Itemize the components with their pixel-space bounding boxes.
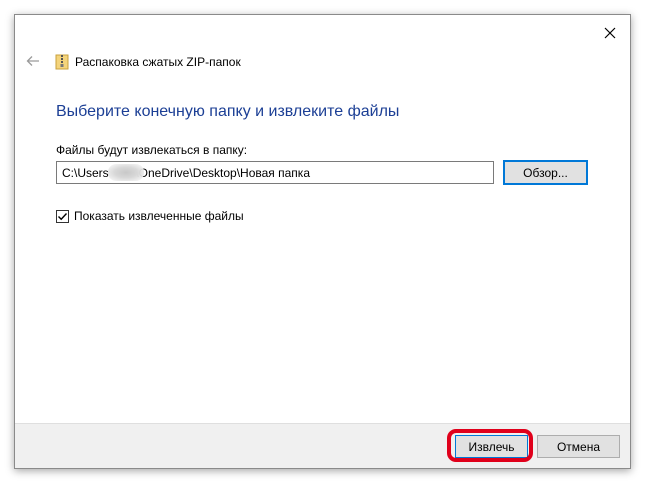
dialog-heading: Выберите конечную папку и извлеките файл… bbox=[56, 103, 400, 120]
dialog-title: Распаковка сжатых ZIP-папок bbox=[75, 55, 241, 69]
show-extracted-files-option[interactable]: Показать извлеченные файлы bbox=[56, 208, 244, 224]
dialog-title-row: Распаковка сжатых ZIP-папок bbox=[55, 53, 241, 71]
browse-button[interactable]: Обзор... bbox=[503, 160, 588, 185]
zip-folder-icon bbox=[55, 54, 69, 70]
dialog-footer: Извлечь Отмена bbox=[15, 423, 630, 468]
back-button[interactable] bbox=[23, 51, 43, 71]
show-extracted-files-label: Показать извлеченные файлы bbox=[74, 209, 244, 223]
close-button[interactable] bbox=[596, 21, 624, 45]
extract-zip-dialog: Распаковка сжатых ZIP-папок Выберите кон… bbox=[14, 14, 631, 469]
show-extracted-files-checkbox[interactable] bbox=[56, 209, 69, 223]
cancel-button[interactable]: Отмена bbox=[537, 435, 620, 458]
checkmark-icon bbox=[58, 212, 68, 220]
destination-path-input[interactable] bbox=[56, 161, 494, 184]
destination-label: Файлы будут извлекаться в папку: bbox=[56, 143, 248, 157]
close-icon bbox=[604, 27, 616, 39]
back-arrow-icon bbox=[26, 56, 39, 66]
extract-button[interactable]: Извлечь bbox=[455, 435, 528, 458]
